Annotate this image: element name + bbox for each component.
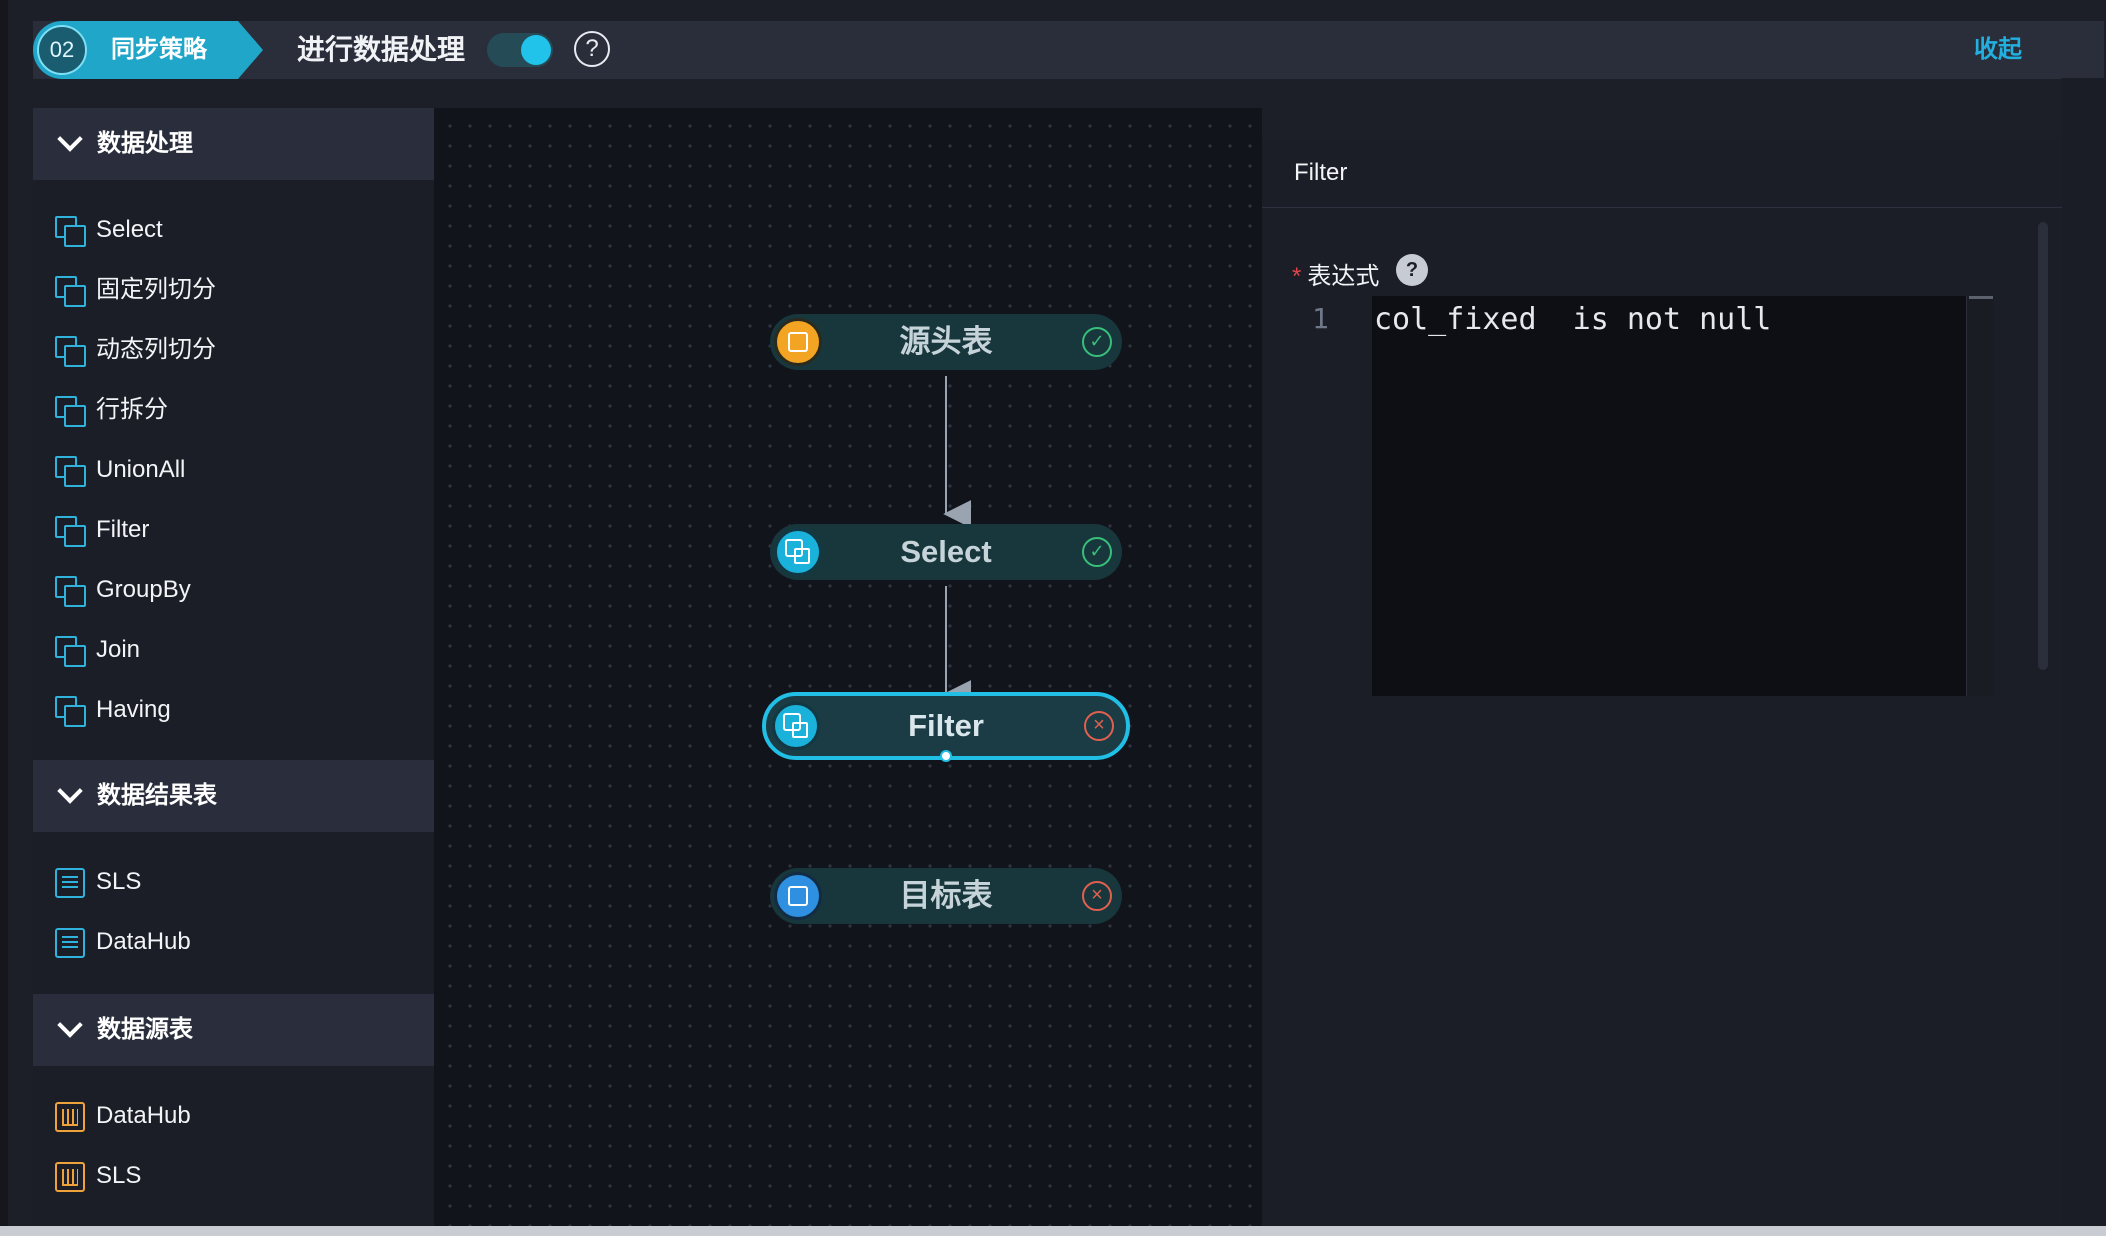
copy-icon — [55, 336, 86, 367]
sidebar-item-result-sls[interactable]: SLS — [33, 854, 434, 910]
node-properties-panel: Filter * 表达式 ? 1 col_fixed is not null — [1262, 138, 2062, 1226]
step-header: 02 同步策略 进行数据处理 ? 收起 — [33, 21, 2104, 79]
copy-icon — [55, 636, 86, 667]
sidebar-item-groupby[interactable]: GroupBy — [33, 562, 434, 618]
copy-icon — [55, 696, 86, 727]
sidebar-item-label: 固定列切分 — [96, 276, 216, 303]
sidebar-item-select[interactable]: Select — [33, 202, 434, 258]
copy-icon — [55, 456, 86, 487]
sidebar-item-label: UnionAll — [96, 456, 186, 483]
collapse-link[interactable]: 收起 — [1974, 21, 2022, 79]
sidebar-item-dynamic-column-split[interactable]: 动态列切分 — [33, 322, 434, 378]
window-edge-right — [2062, 78, 2106, 1226]
bar-chart-icon — [55, 1162, 85, 1192]
expression-label-text: 表达式 — [1307, 263, 1380, 290]
node-label: 目标表 — [899, 878, 993, 913]
node-select[interactable]: Select ✓ — [770, 524, 1122, 580]
sidebar-item-result-datahub[interactable]: DataHub — [33, 914, 434, 970]
panel-title: Filter — [1294, 159, 1348, 186]
sidebar-item-source-datahub[interactable]: DataHub — [33, 1088, 434, 1144]
list-icon — [55, 928, 85, 958]
sidebar-item-filter[interactable]: Filter — [33, 502, 434, 558]
node-label: Filter — [908, 708, 984, 743]
sidebar-item-label: Join — [96, 636, 141, 663]
check-circle-icon: ✓ — [1082, 327, 1112, 357]
edge-layer — [943, 376, 972, 708]
data-process-toggle[interactable] — [487, 33, 553, 67]
output-port[interactable] — [940, 750, 952, 762]
node-target-table[interactable]: 目标表 × — [770, 868, 1122, 924]
sidebar-item-label: Filter — [96, 516, 150, 543]
expression-code[interactable]: col_fixed is not null — [1374, 302, 1771, 337]
copy-icon — [55, 516, 86, 547]
step-number: 02 — [37, 25, 87, 75]
section-header-result-tables[interactable]: 数据结果表 — [33, 760, 434, 832]
required-mark: * — [1292, 263, 1302, 290]
section-title: 数据源表 — [97, 1016, 193, 1043]
node-filter[interactable]: Filter × — [762, 692, 1130, 762]
sidebar-item-label: Having — [96, 696, 171, 723]
copy-icon — [55, 396, 86, 427]
sidebar-item-label: 动态列切分 — [96, 336, 216, 363]
line-number: 1 — [1312, 302, 1329, 335]
editor-minimap[interactable] — [1966, 296, 1994, 696]
bottom-scrollbar[interactable] — [0, 1226, 2106, 1236]
copy-icon — [55, 276, 86, 307]
expression-label: * 表达式 — [1292, 256, 1379, 291]
close-circle-icon: × — [1082, 881, 1112, 911]
panel-scrollbar[interactable] — [2038, 222, 2048, 670]
sidebar-item-label: SLS — [96, 868, 142, 895]
section-title: 数据处理 — [97, 130, 193, 157]
bar-chart-icon — [55, 1102, 85, 1132]
section-title: 数据结果表 — [97, 782, 217, 809]
section-header-data-processing[interactable]: 数据处理 — [33, 108, 434, 180]
expression-editor[interactable]: col_fixed is not null — [1372, 296, 1994, 696]
node-label: 源头表 — [899, 324, 993, 359]
window-edge — [0, 0, 8, 1236]
component-sidebar: 数据处理 Select 固定列切分 动态列切分 行拆分 UnionAll Fil… — [33, 108, 434, 1226]
sidebar-item-having[interactable]: Having — [33, 682, 434, 738]
flow-canvas[interactable]: 源头表 ✓ Select ✓ Filter × 目标表 × — [434, 108, 1262, 1226]
app-window: 02 同步策略 进行数据处理 ? 收起 数据处理 Select 固定列切分 动态… — [0, 0, 2106, 1236]
sidebar-item-label: 行拆分 — [96, 396, 168, 423]
sidebar-item-unionall[interactable]: UnionAll — [33, 442, 434, 498]
sidebar-item-row-split[interactable]: 行拆分 — [33, 382, 434, 438]
sidebar-item-label: DataHub — [96, 1102, 191, 1129]
node-source-table[interactable]: 源头表 ✓ — [770, 314, 1122, 370]
section-header-source-tables[interactable]: 数据源表 — [33, 994, 434, 1066]
process-toggle-label: 进行数据处理 — [297, 34, 466, 65]
chevron-down-icon — [57, 1012, 83, 1038]
toggle-knob — [521, 35, 551, 65]
copy-icon — [55, 576, 86, 607]
sidebar-item-join[interactable]: Join — [33, 622, 434, 678]
sidebar-item-label: SLS — [96, 1162, 142, 1189]
panel-header: Filter — [1262, 138, 2062, 208]
step-title: 同步策略 — [111, 36, 207, 63]
help-icon[interactable]: ? — [1396, 254, 1428, 286]
node-label: Select — [900, 534, 992, 569]
sidebar-item-label: Select — [96, 216, 163, 243]
question-circle-icon[interactable]: ? — [574, 31, 610, 67]
list-icon — [55, 868, 85, 898]
copy-icon — [55, 216, 86, 247]
close-circle-icon: × — [1084, 711, 1114, 741]
check-circle-icon: ✓ — [1082, 537, 1112, 567]
sidebar-item-label: DataHub — [96, 928, 191, 955]
chevron-down-icon — [57, 778, 83, 804]
sidebar-item-label: GroupBy — [96, 576, 191, 603]
sidebar-item-fixed-column-split[interactable]: 固定列切分 — [33, 262, 434, 318]
chevron-down-icon — [57, 126, 83, 152]
sidebar-item-source-sls[interactable]: SLS — [33, 1148, 434, 1204]
